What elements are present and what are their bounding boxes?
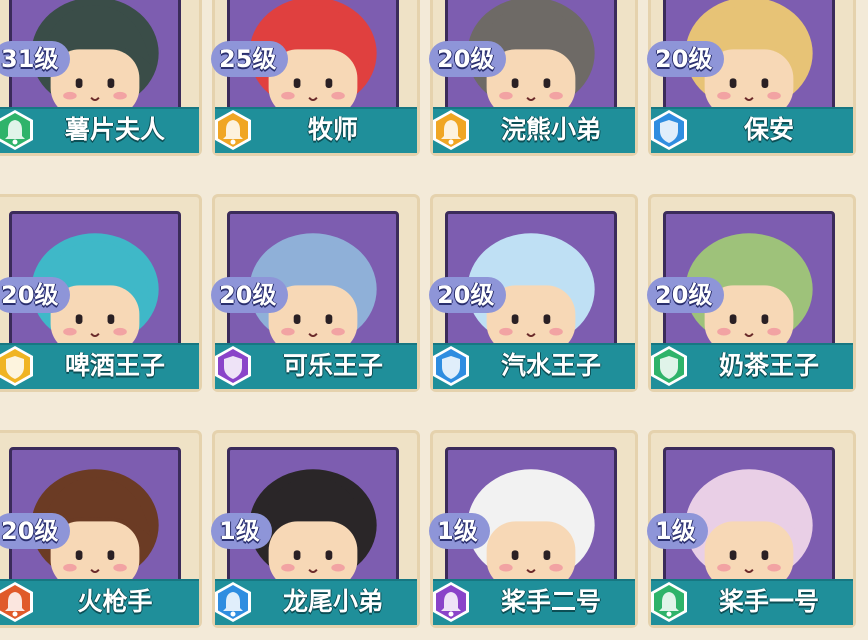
character-eye (107, 314, 115, 324)
level-badge: 20级 (647, 41, 725, 77)
character-name: 桨手一号 (718, 587, 819, 616)
character-card[interactable]: 奶茶王子 20级 (647, 194, 856, 392)
character-blush (331, 563, 345, 572)
bell-icon (0, 581, 35, 623)
character-blush (281, 91, 295, 100)
character-blush (331, 327, 345, 336)
character-name: 龙尾小弟 (282, 587, 383, 616)
character-blush (717, 327, 731, 336)
character-blush (549, 91, 563, 100)
character-eye (75, 314, 83, 324)
character-grid: 薯片夫人 31级 牧师 25级 浣熊小弟 20级 保安 20级 啤酒王子 20级 (0, 0, 868, 640)
character-blush (767, 327, 781, 336)
character-eye (543, 314, 551, 324)
character-card[interactable]: 汽水王子 20级 (429, 194, 638, 392)
character-eye (543, 550, 551, 560)
level-badge: 31级 (0, 41, 71, 77)
level-badge: 20级 (0, 513, 71, 549)
character-eye (761, 550, 769, 560)
level-badge: 1级 (429, 513, 490, 549)
character-name: 牧师 (307, 115, 358, 144)
character-eye (75, 550, 83, 560)
character-name: 奶茶王子 (718, 351, 819, 380)
character-blush (549, 327, 563, 336)
character-card[interactable]: 火枪手 20级 (0, 430, 202, 628)
character-card[interactable]: 龙尾小弟 1级 (211, 430, 420, 628)
level-badge: 20级 (647, 277, 725, 313)
character-blush (63, 327, 77, 336)
character-card[interactable]: 桨手二号 1级 (429, 430, 638, 628)
character-blush (499, 91, 513, 100)
bell-icon (213, 581, 253, 623)
character-blush (717, 563, 731, 572)
character-eye (511, 550, 519, 560)
character-blush (113, 327, 127, 336)
character-name: 汽水王子 (500, 351, 601, 380)
character-blush (499, 563, 513, 572)
character-eye (729, 550, 737, 560)
bell-icon (0, 109, 35, 151)
character-eye (761, 314, 769, 324)
character-blush (717, 91, 731, 100)
character-eye (543, 78, 551, 88)
shield-icon (0, 345, 35, 387)
character-card[interactable]: 保安 20级 (647, 0, 856, 156)
character-name: 火枪手 (77, 587, 153, 616)
bell-icon (431, 109, 471, 151)
character-name: 保安 (743, 115, 794, 144)
character-eye (511, 314, 519, 324)
shield-icon (431, 345, 471, 387)
bell-icon (213, 109, 253, 151)
character-card[interactable]: 牧师 25级 (211, 0, 420, 156)
character-card[interactable]: 啤酒王子 20级 (0, 194, 202, 392)
level-badge: 1级 (211, 513, 272, 549)
character-blush (113, 91, 127, 100)
character-eye (293, 550, 301, 560)
level-badge: 20级 (429, 41, 507, 77)
character-eye (729, 314, 737, 324)
character-blush (499, 327, 513, 336)
bell-icon (649, 581, 689, 623)
character-blush (767, 563, 781, 572)
character-blush (767, 91, 781, 100)
character-blush (549, 563, 563, 572)
character-eye (729, 78, 737, 88)
character-name: 啤酒王子 (64, 351, 165, 380)
shield-icon (649, 345, 689, 387)
level-badge: 20级 (429, 277, 507, 313)
character-card[interactable]: 可乐王子 20级 (211, 194, 420, 392)
character-blush (331, 91, 345, 100)
character-name: 薯片夫人 (64, 115, 165, 144)
character-eye (325, 314, 333, 324)
character-eye (511, 78, 519, 88)
level-badge: 1级 (647, 513, 708, 549)
character-eye (293, 314, 301, 324)
character-blush (281, 563, 295, 572)
character-blush (63, 91, 77, 100)
bell-icon (431, 581, 471, 623)
level-badge: 25级 (211, 41, 289, 77)
character-card[interactable]: 桨手一号 1级 (647, 430, 856, 628)
character-eye (325, 550, 333, 560)
character-eye (293, 78, 301, 88)
character-blush (281, 327, 295, 336)
character-eye (325, 78, 333, 88)
level-badge: 20级 (0, 277, 71, 313)
character-name: 桨手二号 (500, 587, 601, 616)
character-card[interactable]: 薯片夫人 31级 (0, 0, 202, 156)
character-blush (63, 563, 77, 572)
character-blush (113, 563, 127, 572)
character-eye (75, 78, 83, 88)
level-badge: 20级 (211, 277, 289, 313)
character-eye (107, 550, 115, 560)
shield-icon (213, 345, 253, 387)
character-card[interactable]: 浣熊小弟 20级 (429, 0, 638, 156)
character-eye (107, 78, 115, 88)
shield-icon (649, 109, 689, 151)
character-name: 浣熊小弟 (500, 115, 601, 144)
character-eye (761, 78, 769, 88)
character-name: 可乐王子 (282, 351, 383, 380)
